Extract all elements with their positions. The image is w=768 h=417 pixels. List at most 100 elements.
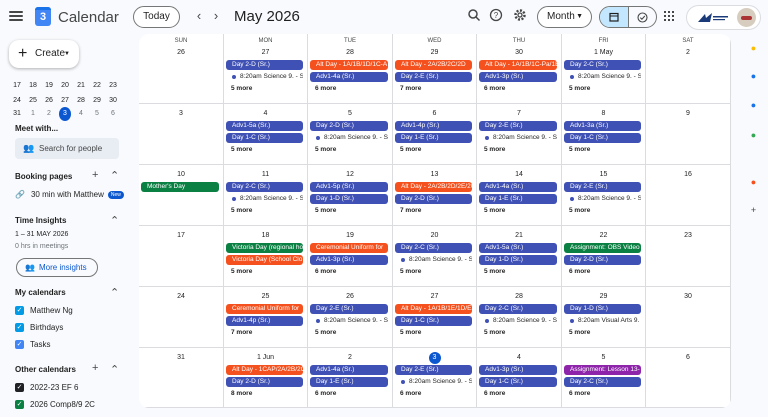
avatar[interactable] bbox=[737, 8, 756, 27]
day-number[interactable]: 2 bbox=[308, 352, 392, 364]
more-events-link[interactable]: 5 more bbox=[400, 267, 421, 277]
more-events-link[interactable]: 5 more bbox=[231, 206, 252, 216]
event-chip[interactable]: Victoria Day (regional ho bbox=[226, 243, 303, 253]
event-chip[interactable]: 8:20am Science 9. - SC bbox=[310, 133, 388, 143]
event-chip[interactable]: Day 2-D (Sr.) bbox=[226, 377, 303, 387]
event-chip[interactable]: Mother's Day bbox=[141, 182, 219, 192]
more-events-link[interactable]: 5 more bbox=[569, 84, 590, 94]
day-cell[interactable]: 9 bbox=[646, 104, 731, 165]
day-number[interactable]: 6 bbox=[646, 352, 730, 364]
event-chip[interactable]: Day 2-E (Sr.) bbox=[395, 72, 472, 82]
more-events-link[interactable]: 5 more bbox=[569, 145, 590, 155]
event-chip[interactable]: 8:20am Science 9. - SC bbox=[226, 194, 303, 204]
day-cell[interactable]: SAT 2 bbox=[646, 34, 731, 104]
event-chip[interactable]: Day 1-D (Sr.) bbox=[564, 304, 641, 314]
calendar-checkbox[interactable]: ✓ bbox=[15, 340, 24, 349]
more-events-link[interactable]: 5 more bbox=[400, 145, 421, 155]
mini-calendar-day[interactable]: 1 bbox=[25, 107, 41, 121]
more-events-link[interactable]: 5 more bbox=[231, 267, 252, 277]
more-events-link[interactable]: 6 more bbox=[484, 84, 505, 94]
day-number[interactable]: 5 bbox=[308, 108, 392, 120]
keep-icon[interactable]: ● bbox=[749, 44, 758, 53]
day-cell[interactable]: 24 bbox=[139, 287, 224, 348]
day-number[interactable]: 31 bbox=[139, 352, 223, 364]
event-chip[interactable]: Day 1-C (Sr.) bbox=[395, 316, 472, 326]
day-number[interactable]: 3 bbox=[139, 108, 223, 120]
event-chip[interactable]: Day 2-C (Sr.) bbox=[395, 243, 472, 253]
main-menu-icon[interactable] bbox=[9, 9, 23, 23]
day-cell[interactable]: 31 bbox=[139, 348, 224, 408]
event-chip[interactable]: Day 1-C (Sr.) bbox=[479, 377, 557, 387]
event-chip[interactable]: 8:20am Visual Arts 9. - bbox=[564, 316, 641, 326]
day-number[interactable]: 15 bbox=[562, 169, 645, 181]
more-events-link[interactable]: 5 more bbox=[484, 145, 505, 155]
search-people-input[interactable]: 👥 Search for people bbox=[15, 138, 119, 159]
chevron-right-icon[interactable]: › bbox=[207, 7, 225, 25]
event-chip[interactable]: Ceremonial Uniform for bbox=[310, 243, 388, 253]
more-events-link[interactable]: 6 more bbox=[400, 389, 421, 399]
day-cell[interactable]: 25 Ceremonial Uniform for Adv1-4p (Sr.) 7 m… bbox=[224, 287, 308, 348]
more-events-link[interactable]: 8 more bbox=[231, 389, 252, 399]
account-switcher[interactable] bbox=[686, 5, 761, 30]
day-cell[interactable]: 15 Day 2-E (Sr.) 8:20am Science 9. - SC 5 m… bbox=[562, 165, 646, 226]
mini-calendar-day[interactable]: 28 bbox=[73, 94, 89, 108]
event-chip[interactable]: Alt Day - 2A/2B/2C/2D bbox=[395, 60, 472, 70]
apps-grid-icon[interactable] bbox=[664, 11, 674, 21]
event-chip[interactable]: Adv1-4p (Sr.) bbox=[226, 316, 303, 326]
event-chip[interactable]: 8:20am Science 9. - SC bbox=[479, 133, 557, 143]
more-events-link[interactable]: 5 more bbox=[484, 206, 505, 216]
event-chip[interactable]: Adv1-3p (Sr.) bbox=[479, 365, 557, 375]
day-number[interactable]: 29 bbox=[562, 291, 645, 303]
day-number[interactable]: 16 bbox=[646, 169, 730, 181]
calendar-item[interactable]: ✓ Matthew Ng bbox=[15, 306, 73, 315]
day-number[interactable]: 14 bbox=[477, 169, 561, 181]
day-number[interactable]: 9 bbox=[646, 108, 730, 120]
mini-calendar-day[interactable]: 2 bbox=[41, 107, 57, 121]
day-number[interactable]: 3 bbox=[393, 352, 476, 364]
day-cell[interactable]: 3 bbox=[139, 104, 224, 165]
day-number[interactable]: 5 bbox=[562, 352, 645, 364]
more-events-link[interactable]: 7 more bbox=[400, 84, 421, 94]
event-chip[interactable]: Day 1-E (Sr.) bbox=[310, 377, 388, 387]
day-number[interactable]: 4 bbox=[477, 352, 561, 364]
event-chip[interactable]: 8:20am Science 9. - SC bbox=[226, 72, 303, 82]
day-number[interactable]: 22 bbox=[562, 230, 645, 242]
day-cell[interactable]: 5 Day 2-D (Sr.) 8:20am Science 9. - SC 5 mo… bbox=[308, 104, 393, 165]
event-chip[interactable]: Day 1-C (Sr.) bbox=[564, 133, 641, 143]
mini-calendar-day[interactable]: 18 bbox=[25, 79, 41, 93]
event-chip[interactable]: Adv1-4a (Sr.) bbox=[479, 182, 557, 192]
tasks-view-icon[interactable] bbox=[629, 7, 657, 27]
event-chip[interactable]: Day 1-C (Sr.) bbox=[226, 133, 303, 143]
mini-calendar-day[interactable]: 26 bbox=[41, 94, 57, 108]
event-chip[interactable]: Day 2-C (Sr.) bbox=[479, 304, 557, 314]
calendar-item[interactable]: ✓ Tasks bbox=[15, 340, 50, 349]
day-number[interactable]: 26 bbox=[308, 291, 392, 303]
add-icon[interactable]: + bbox=[749, 206, 758, 215]
mini-calendar-day[interactable]: 17 bbox=[9, 79, 25, 93]
day-cell[interactable]: SUN 26 bbox=[139, 34, 224, 104]
day-cell[interactable]: 14 Adv1-4a (Sr.) Day 1-E (Sr.) 5 more bbox=[477, 165, 562, 226]
chevron-up-icon[interactable]: ⌃ bbox=[110, 286, 119, 299]
event-chip[interactable]: Day 1-D (Sr.) bbox=[310, 194, 388, 204]
more-events-link[interactable]: 7 more bbox=[231, 328, 252, 338]
more-events-link[interactable]: 6 more bbox=[569, 389, 590, 399]
event-chip[interactable]: Adv1-5p (Sr.) bbox=[310, 182, 388, 192]
mini-calendar-day[interactable]: 30 bbox=[105, 94, 121, 108]
mini-calendar-day[interactable]: 19 bbox=[41, 79, 57, 93]
day-cell[interactable]: TUE 28 Alt Day - 1A/1B/1D/1C-A Adv1-4a (Sr.… bbox=[308, 34, 393, 104]
day-cell[interactable]: 30 bbox=[646, 287, 731, 348]
day-cell[interactable]: 16 bbox=[646, 165, 731, 226]
more-events-link[interactable]: 5 more bbox=[315, 145, 336, 155]
day-cell[interactable]: 1 Jun Alt Day - 1CAP/2A/2B/2C Day 2-D (Sr.… bbox=[224, 348, 308, 408]
event-chip[interactable]: 8:20am Science 9. - SC bbox=[564, 72, 641, 82]
event-chip[interactable]: Day 2-E (Sr.) bbox=[564, 182, 641, 192]
day-number[interactable]: 28 bbox=[308, 47, 392, 59]
day-number[interactable]: 27 bbox=[224, 47, 307, 59]
day-cell[interactable]: 10 Mother's Day bbox=[139, 165, 224, 226]
more-events-link[interactable]: 6 more bbox=[484, 389, 505, 399]
event-chip[interactable]: Day 2-C (Sr.) bbox=[564, 377, 641, 387]
more-events-link[interactable]: 5 more bbox=[569, 206, 590, 216]
day-cell[interactable]: 28 Day 2-C (Sr.) 8:20am Science 9. - SC 5 m… bbox=[477, 287, 562, 348]
event-chip[interactable]: 8:20am Science 9. - SC bbox=[564, 194, 641, 204]
chevron-up-icon[interactable]: ⌃ bbox=[110, 363, 119, 376]
